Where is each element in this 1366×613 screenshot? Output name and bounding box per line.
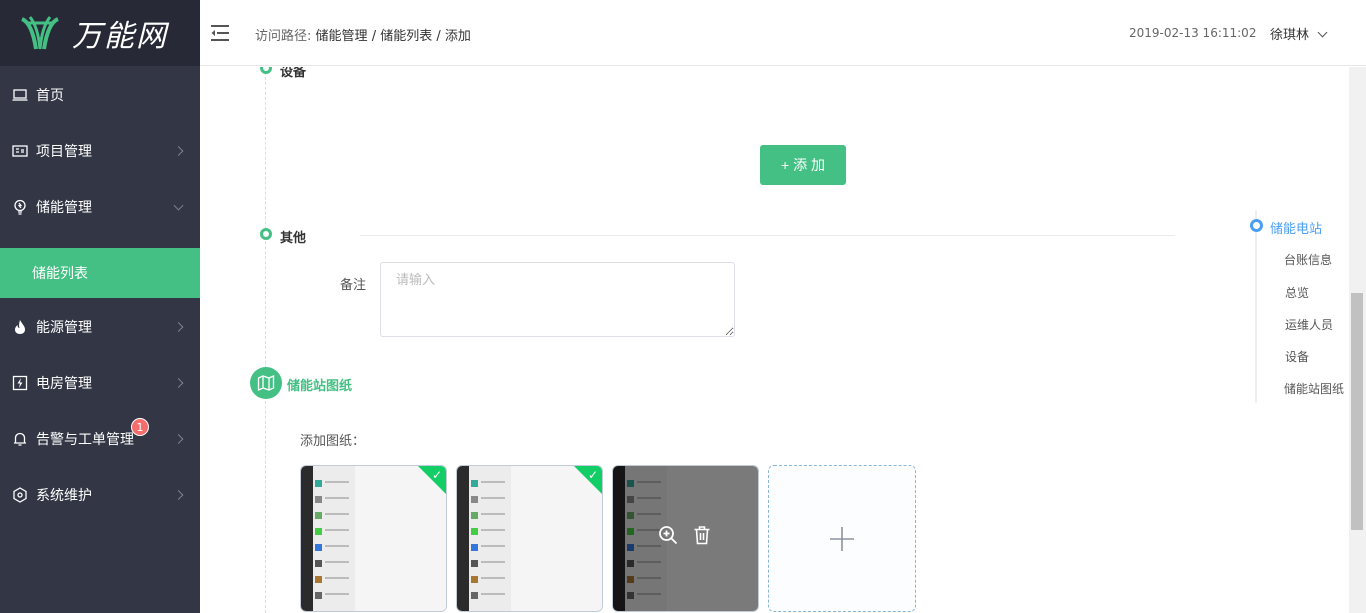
remark-textarea[interactable] bbox=[380, 262, 735, 337]
sidebar-item-storage-list[interactable]: 储能列表 bbox=[0, 248, 200, 298]
breadcrumb-prefix: 访问路径: bbox=[255, 29, 312, 44]
remark-label: 备注 bbox=[340, 278, 367, 293]
anchor-line bbox=[1255, 210, 1257, 403]
sidebar: 万能网 首页 项目管理 储能管理 储能列表 能源管理 电房管理 告警与工单管理 … bbox=[0, 0, 200, 613]
sidebar-item-projects[interactable]: 项目管理 bbox=[0, 123, 200, 179]
bulb-icon bbox=[12, 199, 28, 215]
section-divider bbox=[360, 235, 1175, 236]
anchor-link-drawings[interactable]: 储能站图纸 bbox=[1284, 380, 1344, 397]
lightning-icon bbox=[12, 375, 28, 391]
laptop-icon bbox=[12, 87, 28, 103]
plus-icon bbox=[830, 526, 854, 551]
zoom-in-icon[interactable] bbox=[658, 525, 678, 545]
delete-icon[interactable] bbox=[692, 525, 712, 545]
sidebar-item-label: 电房管理 bbox=[36, 376, 92, 392]
breadcrumb-separator: / bbox=[371, 29, 377, 44]
add-device-button[interactable]: + 添 加 bbox=[760, 145, 846, 185]
check-icon: ✓ bbox=[431, 468, 442, 482]
breadcrumb-separator: / bbox=[436, 29, 441, 44]
sidebar-item-label: 项目管理 bbox=[36, 144, 92, 160]
section-title-drawings: 储能站图纸 bbox=[287, 379, 353, 394]
sidebar-item-label: 储能列表 bbox=[32, 266, 88, 282]
anchor-link-staff[interactable]: 运维人员 bbox=[1285, 316, 1333, 333]
anchor-link-station[interactable]: 储能电站 bbox=[1270, 218, 1322, 237]
thumb-actions bbox=[658, 525, 712, 545]
logo[interactable]: 万能网 bbox=[0, 0, 200, 66]
upload-drawing-button[interactable] bbox=[768, 465, 916, 612]
anchor-active-dot bbox=[1250, 219, 1263, 232]
sidebar-item-label: 能源管理 bbox=[36, 320, 92, 336]
chevron-right-icon bbox=[173, 490, 184, 500]
thumb-list bbox=[313, 466, 355, 611]
id-card-icon bbox=[12, 143, 28, 159]
breadcrumb-item[interactable]: 储能列表 bbox=[380, 29, 432, 44]
sidebar-item-energy[interactable]: 能源管理 bbox=[0, 299, 200, 355]
add-drawing-label: 添加图纸： bbox=[300, 434, 366, 449]
timeline-dot bbox=[260, 228, 272, 240]
chevron-down-icon bbox=[173, 200, 184, 211]
top-header: 访问路径: 储能管理 / 储能列表 / 添加 2019-02-13 16:11:… bbox=[200, 0, 1366, 66]
timeline-dot bbox=[260, 67, 272, 74]
anchor-link-ledger[interactable]: 台账信息 bbox=[1284, 251, 1332, 268]
menu-fold-icon[interactable] bbox=[210, 24, 230, 42]
breadcrumb: 访问路径: 储能管理 / 储能列表 / 添加 bbox=[255, 25, 471, 44]
user-name: 徐琪林 bbox=[1270, 28, 1310, 43]
anchor-nav: 储能电站 台账信息 总览 运维人员 设备 储能站图纸 bbox=[1245, 210, 1366, 405]
hexagon-settings-icon bbox=[12, 487, 28, 503]
sidebar-item-power-room[interactable]: 电房管理 bbox=[0, 355, 200, 411]
breadcrumb-item: 添加 bbox=[444, 29, 471, 44]
sidebar-item-label: 首页 bbox=[36, 88, 64, 104]
notification-badge: 1 bbox=[131, 418, 149, 436]
current-datetime: 2019-02-13 16:11:02 bbox=[1129, 26, 1257, 40]
sidebar-item-system[interactable]: 系统维护 bbox=[0, 467, 200, 523]
sidebar-item-label: 告警与工单管理 bbox=[36, 432, 134, 448]
sidebar-item-home[interactable]: 首页 bbox=[0, 67, 200, 123]
drawing-thumbnail[interactable]: ✓ bbox=[300, 465, 447, 612]
chevron-right-icon bbox=[173, 146, 184, 156]
map-icon bbox=[250, 367, 282, 399]
sidebar-item-label: 系统维护 bbox=[36, 488, 92, 504]
drawing-thumbnail[interactable]: ✓ bbox=[456, 465, 603, 612]
user-menu[interactable]: 徐琪林 bbox=[1270, 24, 1328, 43]
thumb-sidebar bbox=[457, 466, 469, 611]
main-content: 设备 + 添 加 其他 备注 储能站图纸 添加图纸： ✓ bbox=[200, 67, 1337, 613]
thumb-sidebar bbox=[301, 466, 313, 611]
chevron-down-icon bbox=[1317, 27, 1328, 38]
logo-text: 万能网 bbox=[72, 19, 168, 54]
sidebar-item-alarms[interactable]: 告警与工单管理 1 bbox=[0, 411, 200, 467]
section-title-device: 设备 bbox=[280, 67, 307, 80]
chevron-right-icon bbox=[173, 434, 184, 444]
sidebar-item-label: 储能管理 bbox=[36, 200, 92, 216]
section-title-other: 其他 bbox=[280, 231, 307, 246]
chevron-right-icon bbox=[173, 378, 184, 388]
fire-icon bbox=[12, 319, 28, 335]
logo-icon bbox=[21, 16, 59, 50]
scrollbar-thumb[interactable] bbox=[1351, 293, 1363, 530]
thumb-list bbox=[469, 466, 511, 611]
chevron-right-icon bbox=[173, 322, 184, 332]
timeline-line bbox=[265, 67, 266, 613]
sidebar-item-storage[interactable]: 储能管理 bbox=[0, 179, 200, 235]
breadcrumb-item[interactable]: 储能管理 bbox=[316, 29, 368, 44]
bell-icon bbox=[12, 431, 28, 447]
anchor-link-device[interactable]: 设备 bbox=[1285, 348, 1309, 365]
check-icon: ✓ bbox=[587, 468, 598, 482]
anchor-link-overview[interactable]: 总览 bbox=[1285, 284, 1309, 301]
drawing-thumbnail[interactable] bbox=[612, 465, 759, 612]
